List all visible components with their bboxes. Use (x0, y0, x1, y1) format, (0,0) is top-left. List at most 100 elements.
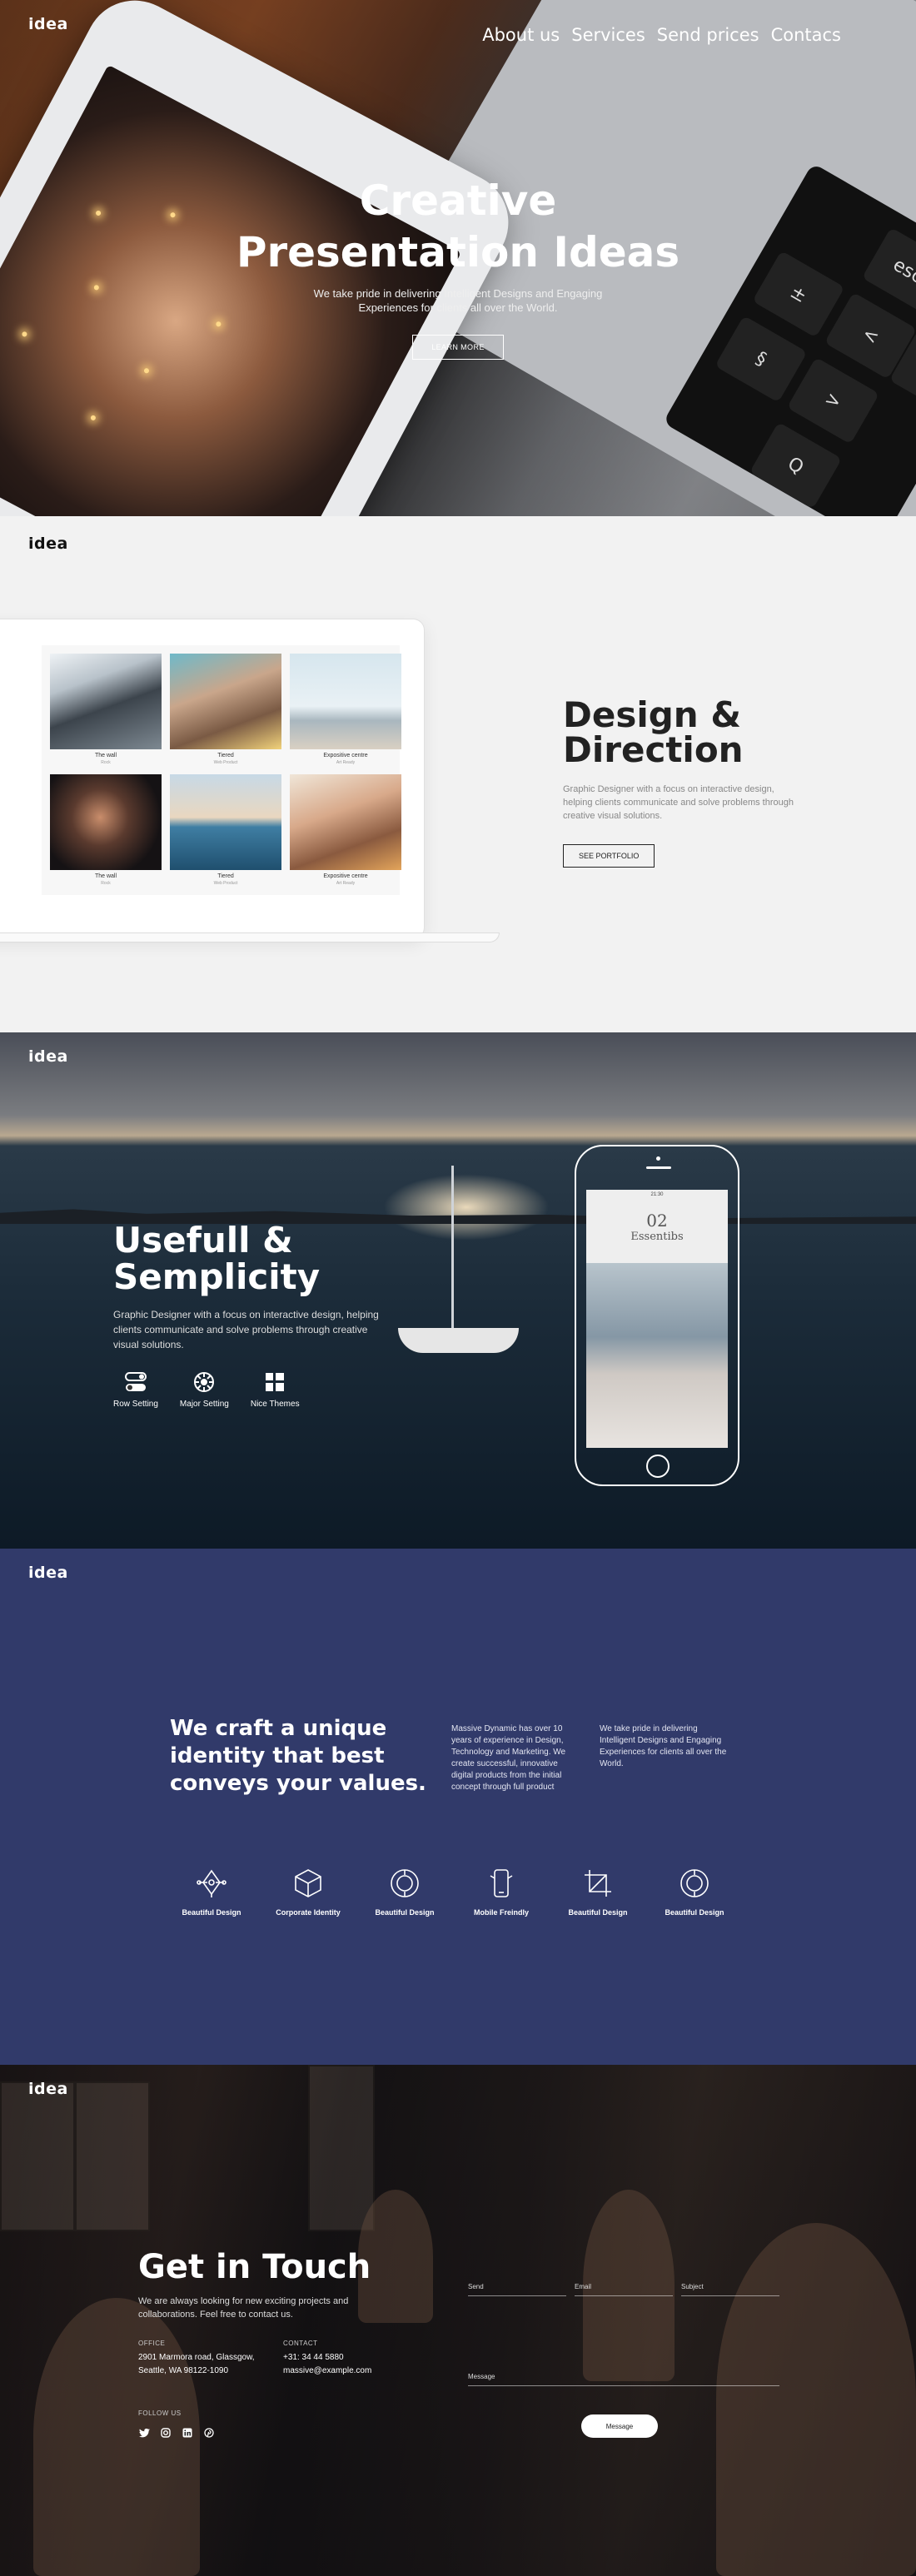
portfolio-title: The wall (94, 753, 117, 758)
phone-number-label: 02 (646, 1211, 668, 1231)
key: > (786, 356, 880, 445)
service-label: Corporate Identity (276, 1908, 341, 1917)
boat-mast (451, 1166, 454, 1332)
circle-target-icon (678, 1867, 711, 1900)
hero-subtitle: We take pride in delivering Intelligent … (313, 287, 603, 314)
subject-field[interactable] (681, 2283, 779, 2296)
service-label: Beautiful Design (182, 1908, 241, 1917)
craft-column-1: Massive Dynamic has over 10 years of exp… (451, 1724, 566, 1792)
craft-column-2: We take pride in delivering Intelligent … (600, 1724, 727, 1768)
portfolio-subtitle: Web Product (213, 760, 238, 765)
portfolio-thumbnail (50, 654, 162, 749)
crop-icon (581, 1867, 615, 1900)
message-field[interactable] (468, 2373, 779, 2386)
services-list: Beautiful Design Corporate Identity Beau… (163, 1867, 743, 1917)
nav-send-prices[interactable]: Send prices (657, 25, 759, 45)
hero-content: Creative Presentation Ideas We take prid… (0, 175, 916, 360)
design-text: Graphic Designer with a focus on interac… (563, 784, 794, 821)
portfolio-thumbnail (170, 774, 281, 870)
nav-about-us[interactable]: About us (482, 25, 560, 45)
simplicity-content: Usefull & Semplicity Graphic Designer wi… (113, 1222, 396, 1352)
service-item[interactable]: Beautiful Design (163, 1867, 260, 1917)
portfolio-thumbnail (290, 654, 401, 749)
portfolio-subtitle: Rock (101, 881, 111, 886)
phone-screen: 21:30 02 Essentibs (586, 1190, 728, 1448)
feature-row-setting[interactable]: Row Setting (113, 1370, 158, 1409)
home-button (646, 1455, 670, 1478)
service-label: Mobile Freindly (473, 1908, 529, 1917)
feature-major-setting[interactable]: Major Setting (180, 1370, 229, 1409)
nav-contacs[interactable]: Contacs (771, 25, 841, 45)
feature-nice-themes[interactable]: Nice Themes (251, 1370, 300, 1409)
instagram-icon[interactable] (160, 2427, 172, 2439)
service-item[interactable]: Corporate Identity (260, 1867, 356, 1917)
contact-email[interactable]: massive@example.com (283, 2365, 371, 2378)
window (75, 2081, 150, 2231)
feature-label: Major Setting (179, 1400, 229, 1409)
hero-title: Creative Presentation Ideas (0, 175, 916, 278)
portfolio-subtitle: Art Ready (336, 881, 356, 886)
follow-label: FOLLOW US (138, 2409, 182, 2417)
contact-slide: idea Get in Touch We are always looking … (0, 2065, 916, 2576)
simplicity-title-line2: Semplicity (113, 1256, 321, 1297)
contact-title: Get in Touch (138, 2248, 371, 2286)
pinterest-icon[interactable] (203, 2427, 215, 2439)
simplicity-text: Graphic Designer with a focus on interac… (113, 1309, 379, 1350)
craft-slide: idea We craft a unique identity that bes… (0, 1549, 916, 2065)
portfolio-title: Tiered (217, 873, 234, 879)
phone-speaker (646, 1166, 671, 1169)
learn-more-button[interactable]: LEARN MORE (412, 335, 504, 360)
send-field[interactable] (468, 2283, 566, 2296)
twitter-icon[interactable] (138, 2427, 150, 2439)
service-item[interactable]: Mobile Freindly (453, 1867, 550, 1917)
phone-status-time: 21:30 (650, 1192, 664, 1197)
portfolio-card[interactable]: Expositive centre Art Ready (290, 654, 401, 766)
toggle-icon (123, 1370, 148, 1395)
design-direction-slide: idea The wall Rock Tiered Web Product Exposi… (0, 516, 916, 1032)
logo[interactable]: idea (28, 535, 68, 553)
office-address-line2: Seattle, WA 98122-1090 (138, 2366, 229, 2375)
office-address-line1: 2901 Marmora road, Glassgow, (138, 2353, 255, 2362)
contact-label: CONTACT (283, 2340, 318, 2347)
email-field[interactable] (575, 2283, 673, 2296)
logo[interactable]: idea (28, 15, 68, 33)
portfolio-title: Expositive centre (323, 873, 368, 879)
linkedin-icon[interactable] (182, 2427, 193, 2439)
portfolio-card[interactable]: Tiered Web Product (170, 774, 281, 887)
see-portfolio-button[interactable]: SEE PORTFOLIO (563, 844, 655, 868)
logo[interactable]: idea (28, 2080, 68, 2098)
key: Q (749, 421, 843, 510)
feature-list: Row Setting Major Setting Nice Themes (113, 1370, 300, 1409)
simplicity-title: Usefull & Semplicity (113, 1222, 396, 1295)
contact-phone[interactable]: +31: 34 44 5880 (283, 2351, 344, 2365)
phone-name-label: Essentibs (630, 1231, 684, 1243)
feature-label: Nice Themes (250, 1400, 300, 1409)
mobile-icon (485, 1867, 518, 1900)
nav-services[interactable]: Services (571, 25, 645, 45)
portfolio-card[interactable]: The wall Rock (50, 654, 162, 766)
logo[interactable]: idea (28, 1564, 68, 1582)
hero-slide: esc ± § < ! > Q idea About us Services S… (0, 0, 916, 516)
social-links (138, 2427, 215, 2439)
top-nav: About us Services Send prices Contacs (482, 25, 841, 45)
service-item[interactable]: Beautiful Design (646, 1867, 743, 1917)
portfolio-card[interactable]: The wall Rock (50, 774, 162, 887)
portfolio-title: Tiered (217, 753, 234, 758)
portfolio-card[interactable]: Expositive centre Art Ready (290, 774, 401, 887)
person-silhouette (716, 2223, 916, 2576)
service-label: Beautiful Design (665, 1908, 724, 1917)
grid-icon (262, 1370, 287, 1395)
simplicity-title-line1: Usefull & (113, 1220, 293, 1261)
laptop-base (0, 932, 500, 942)
service-item[interactable]: Beautiful Design (550, 1867, 646, 1917)
settings-icon (192, 1370, 217, 1395)
hero-title-line1: Creative (359, 177, 557, 225)
portfolio-thumbnail (50, 774, 162, 870)
portfolio-thumbnail (170, 654, 281, 749)
message-button[interactable]: Message (581, 2414, 658, 2438)
craft-headline: We craft a unique identity that best con… (170, 1716, 426, 1796)
cube-icon (291, 1867, 325, 1900)
service-item[interactable]: Beautiful Design (356, 1867, 453, 1917)
logo[interactable]: idea (28, 1047, 68, 1066)
portfolio-card[interactable]: Tiered Web Product (170, 654, 281, 766)
